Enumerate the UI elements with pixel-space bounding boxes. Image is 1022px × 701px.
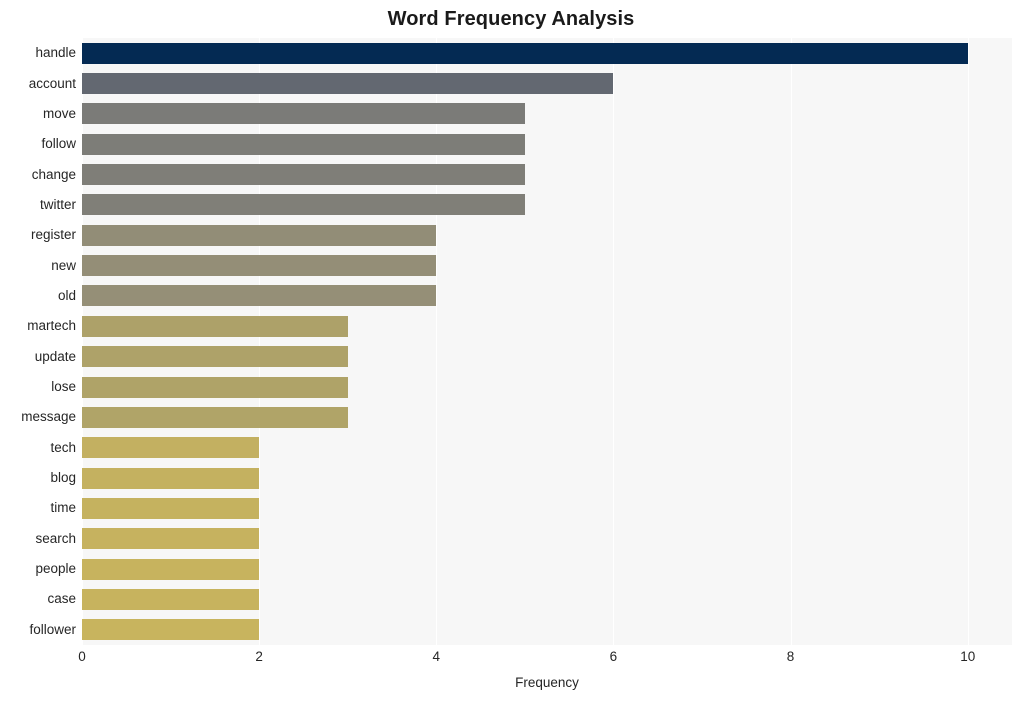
y-tick-label-people: people	[35, 561, 76, 577]
bar-account[interactable]	[82, 73, 614, 95]
y-tick-label-lose: lose	[51, 379, 76, 395]
bar-handle[interactable]	[82, 42, 968, 64]
bar-new[interactable]	[82, 255, 437, 277]
y-axis-tick-labels: handle account move follow change twitter regi…	[0, 38, 76, 645]
bar-update[interactable]	[82, 346, 348, 368]
bar-search[interactable]	[82, 528, 260, 550]
bar-blog[interactable]	[82, 467, 260, 489]
y-tick-label-time: time	[50, 500, 76, 516]
bar-follow[interactable]	[82, 133, 525, 155]
bar-move[interactable]	[82, 103, 525, 125]
bar-message[interactable]	[82, 406, 348, 428]
y-tick-label-follower: follower	[29, 621, 76, 637]
x-tick-label-4: 4	[432, 649, 441, 664]
y-tick-label-old: old	[57, 287, 76, 303]
bar-case[interactable]	[82, 588, 260, 610]
y-tick-label-message: message	[21, 409, 76, 425]
bar-tech[interactable]	[82, 437, 260, 459]
bar-twitter[interactable]	[82, 194, 525, 216]
y-tick-label-handle: handle	[35, 45, 76, 61]
y-tick-label-change: change	[31, 166, 76, 182]
y-tick-label-update: update	[34, 348, 76, 364]
bar-lose[interactable]	[82, 376, 348, 398]
y-tick-label-move: move	[42, 105, 76, 121]
word-frequency-chart: Word Frequency Analysis handle account mov…	[0, 0, 1022, 701]
x-tick-label-10: 10	[960, 649, 976, 664]
y-tick-label-new: new	[51, 257, 76, 273]
bar-register[interactable]	[82, 224, 437, 246]
y-tick-label-register: register	[30, 227, 76, 243]
y-tick-label-tech: tech	[50, 439, 76, 455]
plot-area	[82, 38, 1012, 645]
bars-container	[82, 38, 1012, 645]
bar-martech[interactable]	[82, 315, 348, 337]
x-axis-title: Frequency	[515, 675, 579, 690]
x-tick-label-0: 0	[78, 649, 86, 664]
bar-time[interactable]	[82, 497, 260, 519]
x-axis-tick-labels: 0 2 4 6 8 10	[0, 648, 1022, 670]
bar-people[interactable]	[82, 558, 260, 580]
bar-follower[interactable]	[82, 619, 260, 641]
chart-title: Word Frequency Analysis	[387, 8, 635, 30]
y-tick-label-blog: blog	[50, 470, 76, 486]
y-tick-label-martech: martech	[27, 318, 76, 334]
x-tick-label-2: 2	[255, 649, 263, 664]
bar-change[interactable]	[82, 164, 525, 186]
x-tick-label-6: 6	[609, 649, 618, 664]
y-tick-label-search: search	[35, 530, 76, 546]
y-tick-label-twitter: twitter	[39, 196, 76, 212]
y-tick-label-account: account	[28, 75, 76, 91]
y-tick-label-case: case	[47, 591, 76, 607]
bar-old[interactable]	[82, 285, 437, 307]
x-tick-label-8: 8	[786, 649, 795, 664]
y-tick-label-follow: follow	[41, 136, 76, 152]
